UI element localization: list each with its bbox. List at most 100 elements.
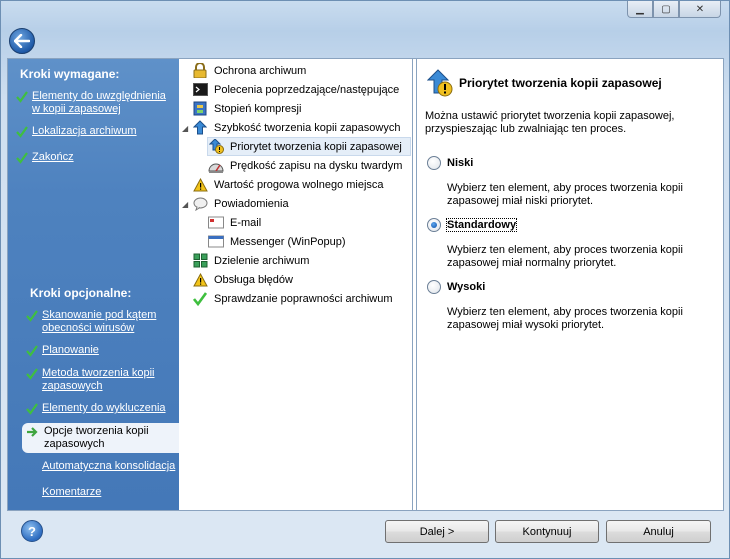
tree-item-free-space-threshold[interactable]: Wartość progowa wolnego miejsca — [192, 175, 384, 194]
step-auto-consolidation[interactable]: Automatyczna konsolidacja — [42, 460, 202, 473]
step-label[interactable]: Planowanie — [42, 344, 99, 357]
option-high[interactable]: Wysoki — [427, 280, 485, 294]
tree-item-archive-protection[interactable]: Ochrona archiwum — [192, 61, 306, 80]
speed-icon — [192, 120, 208, 136]
option-low[interactable]: Niski — [427, 156, 473, 170]
tree-item-notifications[interactable]: Powiadomienia — [192, 194, 289, 213]
step-label: Opcje tworzenia kopii zapasowych — [44, 425, 149, 450]
tree-item-messenger[interactable]: Messenger (WinPopup) — [208, 232, 346, 251]
panel-description: Można ustawić priorytet tworzenia kopii … — [425, 110, 675, 135]
option-label[interactable]: Niski — [447, 157, 473, 169]
maximize-icon: ▢ — [661, 3, 671, 15]
split-icon — [192, 253, 208, 269]
tree-item-label: Polecenia poprzedzające/następujące — [214, 83, 400, 96]
radio-low[interactable] — [427, 156, 441, 170]
help-icon: ? — [28, 523, 36, 539]
tree-item-label: Powiadomienia — [214, 197, 289, 210]
tree-item-label: Prędkość zapisu na dysku twardym — [230, 159, 403, 172]
step-label[interactable]: Metoda tworzenia kopii zapasowych — [42, 367, 176, 393]
check-icon — [26, 345, 42, 360]
tree-item-label: Ochrona archiwum — [214, 64, 307, 77]
minimize-icon: ▁ — [636, 3, 644, 15]
panel-title: Priorytet tworzenia kopii zapasowej — [459, 76, 662, 90]
option-description: Wybierz ten element, aby proces tworzeni… — [447, 182, 683, 207]
tree-item-label: Dzielenie archiwum — [214, 254, 310, 267]
step-comments[interactable]: Komentarze — [42, 486, 202, 499]
tree-item-error-handling[interactable]: Obsługa błędów — [192, 270, 293, 289]
step-exclusions[interactable]: Elementy do wykluczenia — [26, 402, 176, 418]
close-icon: ✕ — [695, 3, 705, 15]
warning-icon — [192, 177, 208, 193]
notification-icon — [192, 196, 208, 212]
step-label[interactable]: Zakończ — [32, 151, 74, 164]
messenger-icon — [208, 234, 224, 250]
validate-icon — [192, 291, 208, 307]
tree-item-pre-post-commands[interactable]: Polecenia poprzedzające/następujące — [192, 80, 399, 99]
tree-item-label: Wartość progowa wolnego miejsca — [214, 178, 384, 191]
disk-speed-icon — [208, 158, 224, 174]
tree-item-label: Priorytet tworzenia kopii zapasowej — [230, 140, 402, 153]
priority-panel: Priorytet tworzenia kopii zapasowej Możn… — [416, 59, 723, 510]
tree-item-backup-priority[interactable]: Priorytet tworzenia kopii zapasowej — [207, 137, 411, 156]
lock-icon — [192, 63, 208, 79]
step-scheduling[interactable]: Planowanie — [26, 344, 176, 360]
step-label[interactable]: Komentarze — [42, 486, 101, 499]
check-icon — [16, 152, 32, 167]
steps-panel: Kroki wymagane: Elementy do uwzględnieni… — [8, 59, 179, 510]
minimize-button[interactable]: ▁ — [627, 1, 653, 18]
tree-item-label: Szybkość tworzenia kopii zapasowych — [214, 121, 401, 134]
help-button[interactable]: ? — [21, 520, 43, 542]
error-warning-icon — [192, 272, 208, 288]
tree-item-archive-splitting[interactable]: Dzielenie archiwum — [192, 251, 309, 270]
check-icon — [26, 368, 42, 383]
window-controls: ▁ ▢ ✕ — [627, 1, 721, 18]
radio-standard[interactable] — [427, 218, 441, 232]
wizard-window: ▁ ▢ ✕ Kroki wymagane: Elementy do uwzglę… — [0, 0, 730, 559]
optional-steps-header: Kroki opcjonalne: — [30, 286, 132, 300]
back-button[interactable] — [9, 28, 35, 54]
cancel-button[interactable]: Anuluj — [606, 520, 711, 543]
expand-speed-toggle[interactable]: ◢ — [182, 124, 188, 133]
maximize-button[interactable]: ▢ — [653, 1, 679, 18]
tree-item-disk-write-speed[interactable]: Prędkość zapisu na dysku twardym — [208, 156, 402, 175]
step-label[interactable]: Elementy do uwzględnienia w kopii zapaso… — [32, 90, 176, 116]
next-button[interactable]: Dalej > — [385, 520, 489, 543]
radio-high[interactable] — [427, 280, 441, 294]
email-icon — [208, 215, 224, 231]
step-items-to-backup[interactable]: Elementy do uwzględnienia w kopii zapaso… — [16, 90, 176, 116]
continue-button[interactable]: Kontynuuj — [495, 520, 599, 543]
step-virus-scan[interactable]: Skanowanie pod kątem obecności wirusów — [26, 309, 176, 335]
option-standard[interactable]: Standardowy — [427, 218, 518, 232]
step-archive-location[interactable]: Lokalizacja archiwum — [16, 125, 176, 141]
tree-item-backup-speed[interactable]: Szybkość tworzenia kopii zapasowych — [192, 118, 400, 137]
option-description: Wybierz ten element, aby proces tworzeni… — [447, 306, 683, 331]
tree-item-label: Messenger (WinPopup) — [230, 235, 346, 248]
check-icon — [16, 91, 32, 106]
step-label[interactable]: Automatyczna konsolidacja — [42, 460, 175, 473]
check-icon — [16, 126, 32, 141]
required-steps-header: Kroki wymagane: — [20, 67, 120, 81]
priority-header-icon — [426, 69, 453, 100]
expand-notifications-toggle[interactable]: ◢ — [182, 200, 188, 209]
tree-item-label: Stopień kompresji — [214, 102, 302, 115]
tree-item-compression[interactable]: Stopień kompresji — [192, 99, 301, 118]
tree-item-label: Sprawdzanie poprawności archiwum — [214, 292, 393, 305]
option-label[interactable]: Standardowy — [445, 218, 518, 232]
compression-icon — [192, 101, 208, 117]
wizard-client: Kroki wymagane: Elementy do uwzględnieni… — [7, 58, 724, 511]
tree-item-email[interactable]: E-mail — [208, 213, 261, 232]
step-backup-options[interactable]: Opcje tworzenia kopii zapasowych — [22, 423, 179, 453]
option-description: Wybierz ten element, aby proces tworzeni… — [447, 244, 683, 269]
step-label[interactable]: Lokalizacja archiwum — [32, 125, 137, 138]
tree-item-label: E-mail — [230, 216, 262, 229]
option-label[interactable]: Wysoki — [447, 281, 485, 293]
console-icon — [192, 82, 208, 98]
tree-item-archive-validation[interactable]: Sprawdzanie poprawności archiwum — [192, 289, 393, 308]
check-icon — [26, 403, 42, 418]
step-label[interactable]: Elementy do wykluczenia — [42, 402, 166, 415]
close-button[interactable]: ✕ — [679, 1, 721, 18]
step-finish[interactable]: Zakończ — [16, 151, 176, 167]
step-label[interactable]: Skanowanie pod kątem obecności wirusów — [42, 309, 176, 335]
back-arrow-icon — [14, 34, 30, 48]
step-backup-method[interactable]: Metoda tworzenia kopii zapasowych — [26, 367, 176, 393]
